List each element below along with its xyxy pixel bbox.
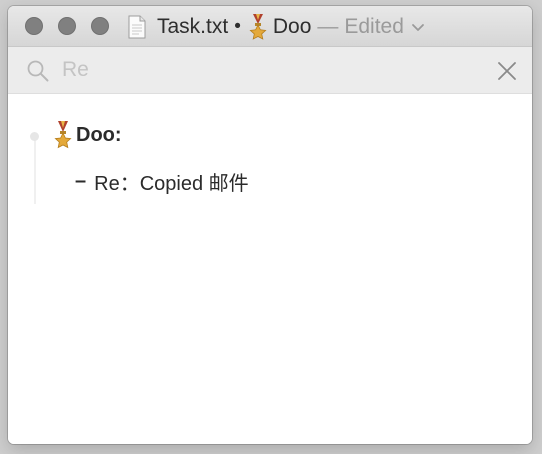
list-item-dash: – (75, 169, 87, 192)
search-icon (27, 60, 49, 82)
chevron-down-icon[interactable] (410, 20, 426, 36)
title-document-name: Doo (272, 15, 312, 38)
list-item-text: Re：Copied 邮件 (94, 172, 249, 195)
search-input[interactable] (62, 56, 482, 84)
title-bar[interactable]: Task.txt • Doo — Edited (8, 6, 532, 47)
outline-editor[interactable]: Doo: – Re：Copied 邮件 (8, 94, 532, 444)
modified-indicator: • (234, 16, 241, 37)
list-item[interactable]: – Re：Copied 邮件 (75, 168, 249, 195)
window-title[interactable]: Task.txt • Doo — Edited (128, 14, 426, 40)
outline-bullet[interactable] (30, 132, 39, 141)
outline-heading-row[interactable]: Doo: (52, 121, 122, 149)
medal-icon (249, 14, 267, 40)
close-icon[interactable] (496, 60, 518, 82)
title-status: Edited (344, 15, 404, 38)
title-file-name: Task.txt (157, 15, 229, 38)
minimize-window-button[interactable] (58, 17, 76, 35)
close-window-button[interactable] (25, 17, 43, 35)
title-separator: — (317, 15, 339, 38)
document-icon (128, 15, 146, 39)
editor-window: Task.txt • Doo — Edited Re Doo: – Re：Cop… (8, 6, 532, 444)
outline-heading: Doo: (76, 123, 122, 146)
medal-icon (54, 121, 72, 149)
search-bar (8, 47, 532, 94)
outline-guide-line (34, 139, 36, 204)
zoom-window-button[interactable] (91, 17, 109, 35)
